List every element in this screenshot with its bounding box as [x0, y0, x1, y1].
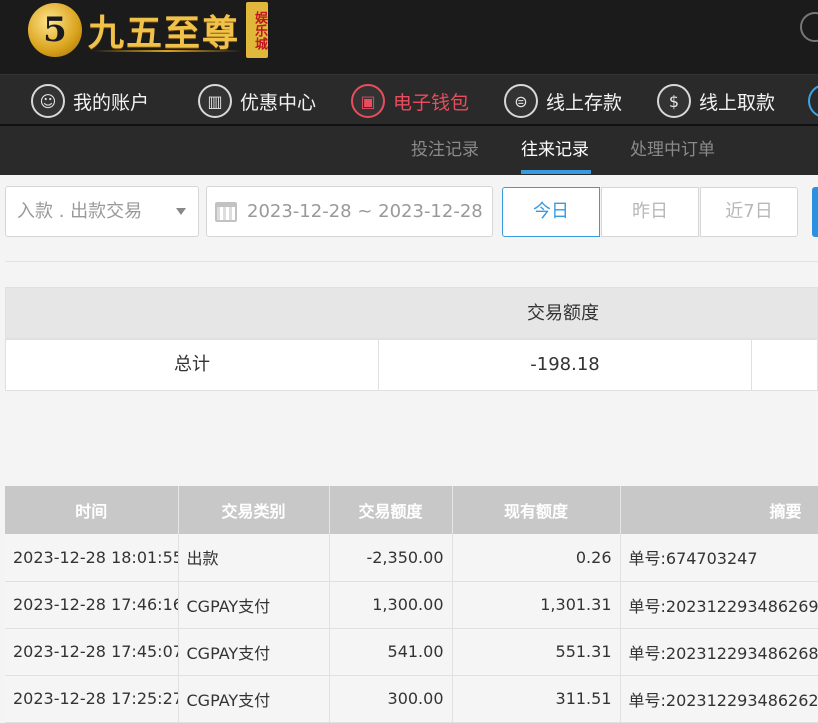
summary-label: 总计	[6, 340, 379, 390]
cell-summary: 单号:674703247	[620, 534, 818, 582]
cell-amount: -2,350.00	[329, 534, 453, 582]
logo-text: 九五至尊	[88, 12, 241, 54]
date-range-value: 2023-12-28 ~ 2023-12-28	[247, 201, 483, 222]
nav-item-label: 我的账户	[73, 91, 150, 114]
nav-item-online-deposit[interactable]: ⊜ 线上存款	[504, 75, 622, 127]
date-range-picker[interactable]: 2023-12-28 ~ 2023-12-28	[206, 186, 493, 237]
cell-time: 2023-12-28 17:25:27	[5, 675, 179, 723]
cell-amount: 300.00	[329, 675, 453, 723]
cell-type: CGPAY支付	[178, 675, 330, 723]
cell-type: CGPAY支付	[178, 628, 330, 676]
cell-time: 2023-12-28 17:46:16	[5, 581, 179, 629]
withdraw-icon: $	[657, 84, 691, 118]
nav-item-label: 线上存款	[546, 91, 623, 114]
table-row: 2023-12-28 18:01:55 出款 -2,350.00 0.26 单号…	[5, 534, 818, 582]
user-icon: ☺	[31, 84, 65, 118]
top-bar: 5 九五至尊 娱乐城	[0, 0, 818, 74]
cell-time: 2023-12-28 18:01:55	[5, 534, 179, 582]
table-row: 2023-12-28 17:25:27 CGPAY支付 300.00 311.5…	[5, 675, 818, 723]
cell-summary: 单号:20231229348626931	[620, 581, 818, 629]
active-tab-indicator	[521, 170, 591, 174]
transaction-type-value: 入款 . 出款交易	[17, 201, 143, 222]
main-nav: ☺ 我的账户 ▥ 优惠中心 ▣ 电子钱包 ⊜ 线上存款 $ 线上取款	[0, 74, 818, 126]
cell-balance: 0.26	[452, 534, 621, 582]
cell-type: 出款	[178, 534, 330, 582]
gift-icon: ▥	[198, 84, 232, 118]
nav-item-label: 优惠中心	[240, 91, 317, 114]
table-row: 2023-12-28 17:46:16 CGPAY支付 1,300.00 1,3…	[5, 581, 818, 629]
nav-item-e-wallet[interactable]: ▣ 电子钱包	[351, 75, 469, 127]
cell-balance: 311.51	[452, 675, 621, 723]
logo-underline	[92, 50, 242, 52]
summary-total-value: -198.18	[379, 340, 752, 390]
column-header-amount: 交易额度	[329, 486, 453, 534]
transaction-table: 时间 交易类别 交易额度 现有额度 摘要 2023-12-28 18:01:55…	[5, 486, 818, 723]
nav-item-online-withdraw[interactable]: $ 线上取款	[657, 75, 775, 127]
column-header-summary: 摘要	[620, 486, 818, 534]
nav-item-label: 电子钱包	[393, 91, 470, 114]
cell-balance: 1,301.31	[452, 581, 621, 629]
tab-transaction-records[interactable]: 往来记录	[521, 126, 589, 175]
cell-amount: 541.00	[329, 628, 453, 676]
cell-type: CGPAY支付	[178, 581, 330, 629]
last-7-days-button[interactable]: 近7日	[700, 187, 798, 237]
divider	[5, 261, 818, 262]
column-header-type: 交易类别	[178, 486, 330, 534]
transaction-type-select[interactable]: 入款 . 出款交易	[5, 186, 199, 237]
wallet-icon: ▣	[351, 84, 385, 118]
tab-pending-orders[interactable]: 处理中订单	[630, 126, 715, 175]
summary-row: 总计 -198.18	[5, 339, 818, 391]
today-button[interactable]: 今日	[502, 187, 600, 237]
nav-item-my-account[interactable]: ☺ 我的账户	[31, 75, 149, 127]
logo-mark-icon: 5	[28, 3, 82, 57]
calendar-icon	[215, 201, 237, 222]
tab-bet-records[interactable]: 投注记录	[411, 126, 479, 175]
cell-summary: 单号:20231229348626884	[620, 628, 818, 676]
chevron-down-icon	[176, 208, 186, 215]
summary-header: 交易额度	[5, 287, 818, 339]
column-header-time: 时间	[5, 486, 179, 534]
logo-badge: 娱乐城	[246, 2, 269, 58]
sub-nav: 投注记录 往来记录 处理中订单	[0, 126, 818, 175]
profile-icon[interactable]	[800, 12, 818, 42]
nav-item-label: 线上取款	[699, 91, 776, 114]
cell-balance: 551.31	[452, 628, 621, 676]
table-row: 2023-12-28 17:45:07 CGPAY支付 541.00 551.3…	[5, 628, 818, 676]
deposit-icon: ⊜	[504, 84, 538, 118]
nav-item-promotions[interactable]: ▥ 优惠中心	[198, 75, 316, 127]
table-header-row: 时间 交易类别 交易额度 现有额度 摘要	[5, 486, 818, 534]
more-nav-icon[interactable]	[808, 84, 818, 118]
cell-amount: 1,300.00	[329, 581, 453, 629]
summary-header-label: 交易额度	[527, 303, 599, 324]
yesterday-button[interactable]: 昨日	[601, 187, 699, 237]
cell-time: 2023-12-28 17:45:07	[5, 628, 179, 676]
cell-summary: 单号:20231229348626221	[620, 675, 818, 723]
column-header-balance: 现有额度	[452, 486, 621, 534]
search-button[interactable]	[812, 187, 818, 237]
